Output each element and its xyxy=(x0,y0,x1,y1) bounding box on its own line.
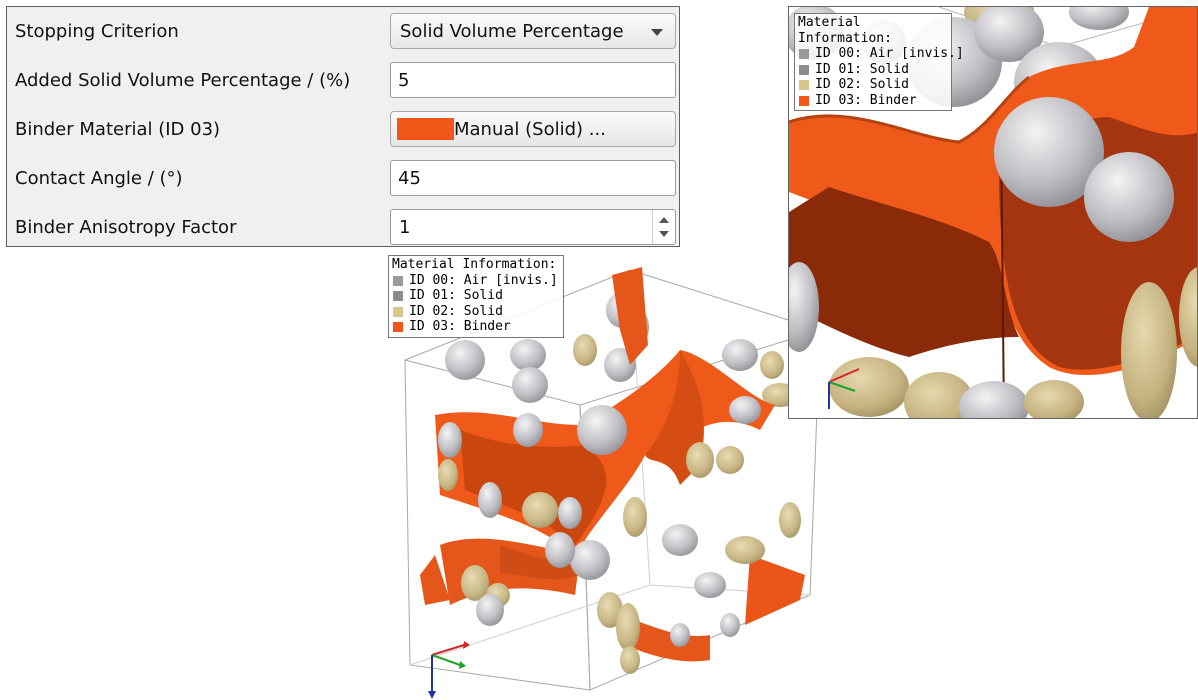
material-cube-icon xyxy=(393,291,403,301)
material-cube-icon xyxy=(799,64,809,75)
legend-item-binder: ID 03: Binder xyxy=(798,93,948,109)
legend-item-air: ID 00: Air [invis.] xyxy=(798,46,964,62)
stopping-criterion-value: Solid Volume Percentage xyxy=(400,21,624,42)
stopping-criterion-label: Stopping Criterion xyxy=(15,21,179,42)
binder-material-value: Manual (Solid) ... xyxy=(454,119,606,140)
legend-item-solid-01: ID 01: Solid xyxy=(392,288,560,304)
spin-down-icon[interactable] xyxy=(659,231,669,237)
added-solid-volume-value: 5 xyxy=(398,70,410,91)
material-cube-icon xyxy=(393,306,403,317)
anisotropy-value: 1 xyxy=(399,217,411,238)
spin-up-icon[interactable] xyxy=(659,217,669,223)
stopping-criterion-dropdown[interactable]: Solid Volume Percentage xyxy=(390,13,676,49)
added-solid-volume-input[interactable]: 5 xyxy=(390,62,676,98)
contact-angle-label: Contact Angle / (°) xyxy=(15,168,183,189)
row-anisotropy: Binder Anisotropy Factor 1 xyxy=(7,203,679,252)
material-legend-main: Material Information: ID 00: Air [invis.… xyxy=(388,255,564,338)
spin-buttons[interactable] xyxy=(652,210,675,244)
legend-item-solid-02: ID 02: Solid xyxy=(798,77,948,93)
binder-color-swatch xyxy=(397,118,454,140)
anisotropy-label: Binder Anisotropy Factor xyxy=(15,217,237,238)
contact-angle-input[interactable]: 45 xyxy=(390,160,676,196)
row-added-solid-volume: Added Solid Volume Percentage / (%) 5 xyxy=(7,56,679,105)
row-binder-material: Binder Material (ID 03) Manual (Solid) .… xyxy=(7,105,679,154)
material-cube-icon xyxy=(799,80,809,90)
parameter-panel: Stopping Criterion Solid Volume Percenta… xyxy=(6,6,680,247)
contact-angle-value: 45 xyxy=(398,168,421,189)
material-cube-icon xyxy=(393,275,403,286)
legend-title: Material Information: xyxy=(798,15,892,46)
row-contact-angle: Contact Angle / (°) 45 xyxy=(7,154,679,203)
material-cube-icon xyxy=(799,49,809,59)
legend-item-solid-02: ID 02: Solid xyxy=(392,304,560,320)
anisotropy-spinbox[interactable]: 1 xyxy=(390,209,676,245)
row-stopping-criterion: Stopping Criterion Solid Volume Percenta… xyxy=(7,7,679,56)
binder-material-label: Binder Material (ID 03) xyxy=(15,119,221,140)
material-legend-zoom: Material Information: ID 00: Air [invis.… xyxy=(794,13,964,111)
legend-item-air: ID 00: Air [invis.] xyxy=(392,273,560,289)
binder-material-button[interactable]: Manual (Solid) ... xyxy=(390,111,676,147)
material-cube-icon xyxy=(799,95,809,106)
legend-title: Material Information: xyxy=(392,257,557,272)
dropdown-arrow-icon xyxy=(651,29,663,36)
added-solid-volume-label: Added Solid Volume Percentage / (%) xyxy=(15,70,351,91)
legend-item-binder: ID 03: Binder xyxy=(392,319,560,335)
material-cube-icon xyxy=(393,322,403,332)
legend-item-solid-01: ID 01: Solid xyxy=(798,62,948,78)
